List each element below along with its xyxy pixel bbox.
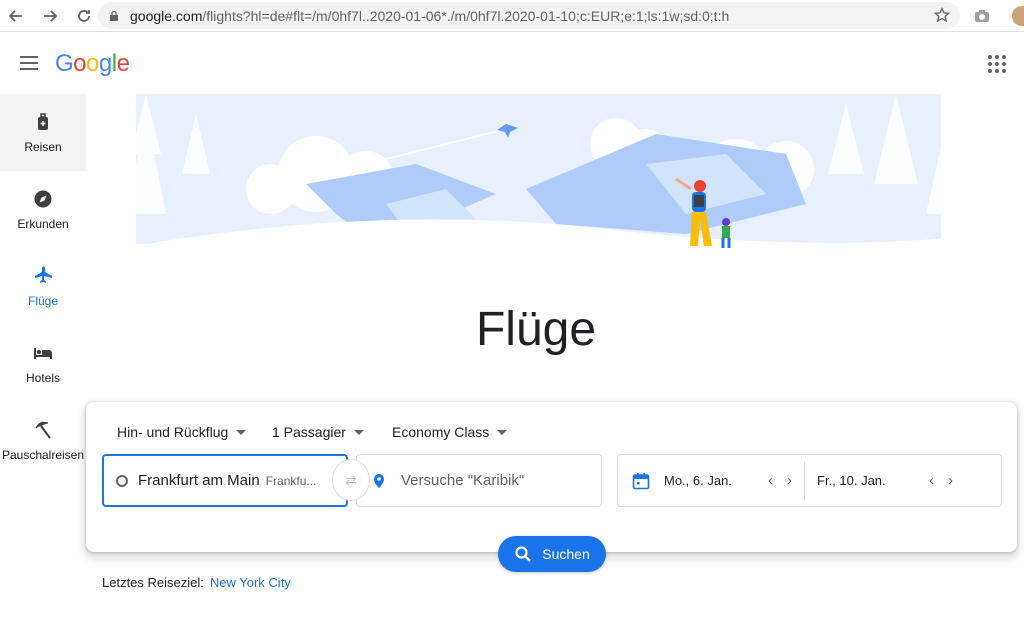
hero-illustration <box>126 94 986 274</box>
camera-icon[interactable] <box>972 6 992 26</box>
date-range-picker[interactable]: Mo., 6. Jan. ‹ › Fr., 10. Jan. ‹ › <box>617 454 1002 507</box>
menu-line <box>20 62 38 64</box>
bed-icon <box>34 347 52 359</box>
bookmark-star-icon[interactable] <box>934 7 950 23</box>
sidebar-item-label: Reisen <box>24 139 62 154</box>
destination-placeholder: Versuche "Karibik" <box>401 472 525 489</box>
google-logo[interactable]: Google <box>55 50 130 78</box>
sidebar-item-pauschalreisen[interactable]: Pauschalreisen <box>0 402 86 479</box>
caret-down-icon <box>353 429 364 435</box>
reload-icon <box>78 9 90 22</box>
next-day-icon[interactable]: › <box>787 472 792 489</box>
date-divider <box>804 461 805 500</box>
menu-line <box>20 68 38 70</box>
swap-locations-button[interactable]: ⇄ <box>332 459 370 501</box>
compass-icon <box>34 190 52 207</box>
page-title: Flüge <box>475 303 597 356</box>
return-date-stepper: ‹ › <box>929 472 953 489</box>
passengers-value: 1 Passagier <box>272 424 346 440</box>
caret-down-icon <box>497 429 508 435</box>
search-button-label: Suchen <box>542 546 590 562</box>
profile-avatar[interactable] <box>1012 6 1024 26</box>
url-host: google.com <box>130 7 203 24</box>
lock-icon <box>110 10 118 21</box>
depart-date[interactable]: Mo., 6. Jan. <box>664 473 768 488</box>
sidebar-item-label: Hotels <box>25 370 60 385</box>
trip-type-value: Hin- und Rückflug <box>117 424 229 440</box>
calendar-icon <box>632 472 650 489</box>
search-button[interactable]: Suchen <box>498 536 606 572</box>
return-date[interactable]: Fr., 10. Jan. <box>817 473 929 488</box>
travel-sidebar: Reisen Erkunden Flüge Hotels Pauschalrei… <box>0 94 86 479</box>
reload-button[interactable] <box>70 2 98 30</box>
browser-toolbar: google.com/flights?hl=de#flt=/m/0hf7l..2… <box>0 0 1024 32</box>
forward-arrow-icon <box>44 9 58 22</box>
beach-umbrella-icon <box>35 421 51 439</box>
luggage-icon <box>38 112 48 130</box>
back-arrow-icon <box>8 9 22 22</box>
address-bar[interactable]: google.com/flights?hl=de#flt=/m/0hf7l..2… <box>98 2 960 29</box>
back-button[interactable] <box>2 2 30 30</box>
next-day-icon[interactable]: › <box>948 472 953 489</box>
destination-input[interactable]: Versuche "Karibik" <box>356 454 602 507</box>
origin-circle-icon <box>116 474 128 487</box>
sidebar-item-fluege[interactable]: Flüge <box>0 248 86 325</box>
trip-type-select[interactable]: Hin- und Rückflug <box>117 424 247 440</box>
airplane-icon <box>35 266 52 283</box>
sidebar-item-label: Pauschalreisen <box>1 447 85 462</box>
depart-date-stepper: ‹ › <box>768 472 792 489</box>
recent-destination-link[interactable]: New York City <box>210 575 291 590</box>
prev-day-icon[interactable]: ‹ <box>768 472 773 489</box>
caret-down-icon <box>236 429 247 435</box>
menu-line <box>20 56 38 58</box>
main-menu-button[interactable] <box>20 56 38 70</box>
prev-day-icon[interactable]: ‹ <box>929 472 934 489</box>
swap-arrows-icon: ⇄ <box>345 471 357 488</box>
origin-subtext: Frankfu... <box>265 473 317 488</box>
cabin-class-value: Economy Class <box>392 424 490 440</box>
recent-destination: Letztes Reiseziel: New York City <box>102 575 291 590</box>
forward-button[interactable] <box>36 2 64 30</box>
location-pin-icon <box>374 473 384 488</box>
sidebar-item-label: Erkunden <box>17 216 69 231</box>
sidebar-item-hotels[interactable]: Hotels <box>0 325 86 402</box>
sidebar-item-reisen[interactable]: Reisen <box>0 94 86 171</box>
origin-value: Frankfurt am Main <box>138 472 260 489</box>
passengers-select[interactable]: 1 Passagier <box>272 424 364 440</box>
sidebar-item-erkunden[interactable]: Erkunden <box>0 171 86 248</box>
recent-label: Letztes Reiseziel: <box>102 575 204 590</box>
sidebar-item-label: Flüge <box>27 293 59 308</box>
cabin-class-select[interactable]: Economy Class <box>392 424 508 440</box>
flight-search-card: Hin- und Rückflug 1 Passagier Economy Cl… <box>86 402 1017 552</box>
search-icon <box>515 546 532 562</box>
google-apps-icon[interactable] <box>988 55 1006 73</box>
origin-input[interactable]: Frankfurt am Main Frankfu... <box>102 454 348 507</box>
url-path: /flights?hl=de#flt=/m/0hf7l..2020-01-06*… <box>202 7 730 24</box>
